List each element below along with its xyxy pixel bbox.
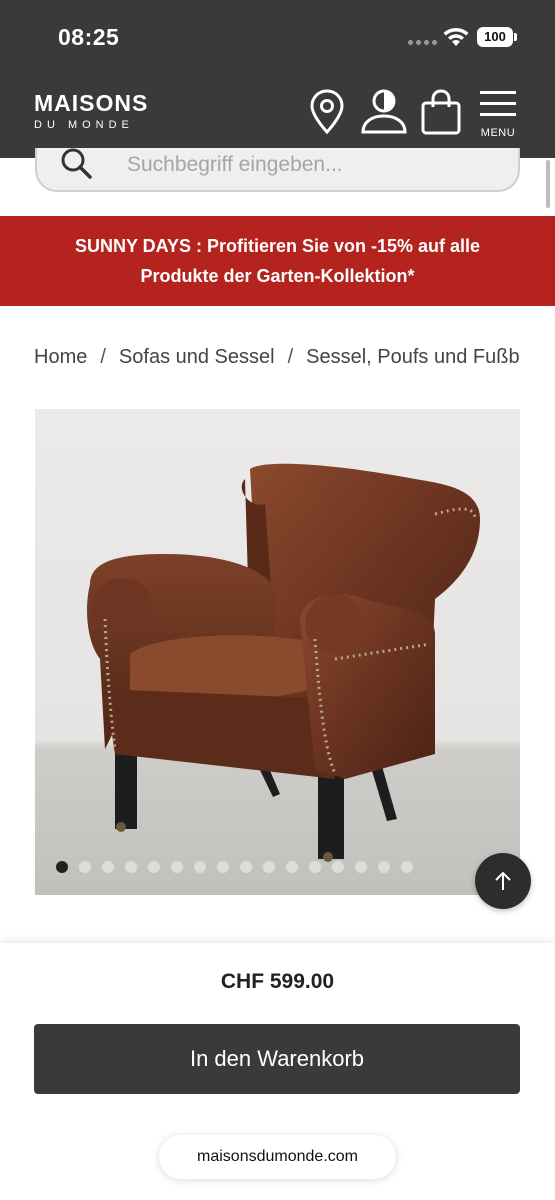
hamburger-menu-icon [480,91,516,116]
battery-level: 100 [477,27,513,47]
breadcrumb: Home / Sofas und Sessel / Sessel, Poufs und … [34,346,555,374]
breadcrumb-separator: / [287,346,294,368]
gallery-dot[interactable] [378,861,390,873]
gallery-dot[interactable] [355,861,367,873]
add-to-cart-button[interactable]: In den Warenkorb [34,1024,520,1094]
page-scrollbar[interactable] [546,160,550,208]
back-to-top-button[interactable] [475,853,531,909]
gallery-dot[interactable] [102,861,114,873]
arrow-up-icon [495,871,511,890]
site-header: 08:25 100 MAISONS DU MONDE MENU [0,0,555,158]
gallery-dot[interactable] [309,861,321,873]
gallery-dot[interactable] [401,861,413,873]
gallery-dot[interactable] [240,861,252,873]
logo-sub-text: DU MONDE [34,119,134,131]
breadcrumb-home[interactable]: Home [34,346,87,369]
status-bar: 08:25 100 [0,0,555,72]
logo-main-text: MAISONS [34,90,149,116]
gallery-dot[interactable] [171,861,183,873]
gallery-dot[interactable] [148,861,160,873]
shopping-bag-icon[interactable] [420,88,462,136]
gallery-dot[interactable] [194,861,206,873]
gallery-dot[interactable] [332,861,344,873]
wifi-icon [443,27,469,46]
gallery-dot[interactable] [56,861,68,873]
browser-url-bar[interactable]: maisonsdumonde.com [159,1135,396,1179]
search-icon[interactable] [57,148,97,184]
gallery-dot[interactable] [217,861,229,873]
menu-label: MENU [480,127,516,139]
product-image[interactable] [35,409,520,895]
cellular-signal-icon [408,40,437,45]
gallery-dot[interactable] [286,861,298,873]
breadcrumb-sofas[interactable]: Sofas und Sessel [119,346,275,369]
search-bar[interactable] [35,148,520,192]
promo-line-1: SUNNY DAYS : Profitieren Sie von -15% au… [74,236,481,256]
gallery-dot[interactable] [263,861,275,873]
product-price: CHF 599.00 [220,970,335,993]
promo-banner[interactable]: SUNNY DAYS : Profitieren Sie von -15% au… [0,216,555,306]
site-logo[interactable]: MAISONS DU MONDE [34,91,148,131]
gallery-pagination [56,861,413,873]
account-icon[interactable] [360,88,408,134]
gallery-dot[interactable] [125,861,137,873]
battery-icon: 100 [477,27,517,47]
breadcrumb-sessel[interactable]: Sessel, Poufs und Fußb [306,346,519,369]
status-time: 08:25 [58,24,120,50]
menu-button[interactable]: MENU [478,89,518,145]
gallery-dot[interactable] [79,861,91,873]
breadcrumb-separator: / [100,346,106,368]
location-pin-icon[interactable] [308,88,346,136]
promo-line-2: Produkte der Garten-Kollektion* [140,266,415,286]
search-input[interactable] [127,150,507,180]
leather-armchair-image [87,463,480,862]
